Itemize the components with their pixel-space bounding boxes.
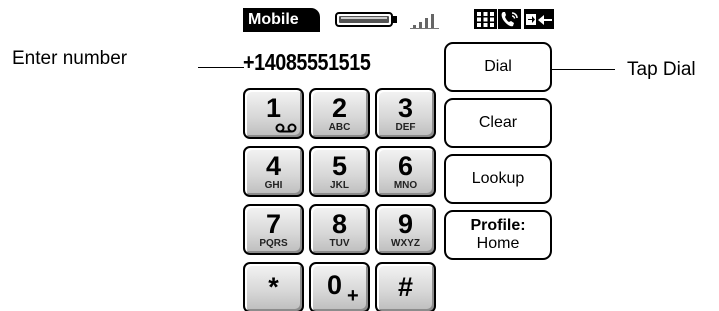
enter-number-callout: Enter number: [12, 48, 128, 69]
plus-sign: +: [347, 285, 359, 307]
key-letters: TUV: [329, 238, 350, 249]
profile-value: Home: [476, 235, 520, 252]
profile-button[interactable]: Profile: Home: [444, 210, 552, 260]
phone-icon[interactable]: [498, 9, 521, 29]
key-digit: *: [268, 272, 279, 302]
key-digit: 2: [331, 93, 348, 123]
key-0[interactable]: 0 +: [309, 262, 370, 311]
app-title[interactable]: Mobile: [243, 8, 320, 32]
voicemail-icon: [275, 123, 297, 133]
key-digit: 9: [397, 209, 414, 239]
battery-icon: [335, 12, 397, 27]
key-digit: 8: [331, 209, 348, 239]
profile-label: Profile:: [470, 217, 526, 234]
key-7[interactable]: 7 PQRS: [243, 204, 304, 255]
key-digit: 1: [265, 93, 282, 123]
key-9[interactable]: 9 WXYZ: [375, 204, 436, 255]
lookup-button-label: Lookup: [471, 170, 525, 187]
phone-dialer-screen: Mobile +14085551515 1 2 ABC 3 DEF 4 GHI …: [243, 8, 556, 311]
enter-number-leader: [198, 67, 244, 68]
key-letters: DEF: [395, 122, 416, 133]
dial-button-label: Dial: [484, 58, 512, 75]
phone-number-field[interactable]: +14085551515: [243, 47, 412, 77]
key-digit: #: [397, 272, 414, 302]
key-3[interactable]: 3 DEF: [375, 88, 436, 139]
key-letters: PQRS: [259, 238, 288, 249]
title-bar: Mobile: [243, 8, 556, 32]
key-star[interactable]: *: [243, 262, 304, 311]
key-5[interactable]: 5 JKL: [309, 146, 370, 197]
key-1[interactable]: 1: [243, 88, 304, 139]
key-hash[interactable]: #: [375, 262, 436, 311]
clear-button[interactable]: Clear: [444, 98, 552, 148]
signal-icon: [410, 14, 439, 29]
key-digit: 7: [265, 209, 282, 239]
clear-button-label: Clear: [478, 114, 518, 131]
app-grid-icon[interactable]: [474, 9, 497, 29]
transfer-icon[interactable]: [524, 9, 554, 29]
key-8[interactable]: 8 TUV: [309, 204, 370, 255]
key-letters: JKL: [330, 180, 349, 191]
key-letters: WXYZ: [391, 238, 420, 249]
key-digit: 3: [397, 93, 414, 123]
key-letters: GHI: [264, 180, 283, 191]
key-digit: 5: [331, 151, 348, 181]
key-letters: MNO: [393, 180, 418, 191]
tap-dial-callout: Tap Dial: [627, 59, 696, 80]
dial-button[interactable]: Dial: [444, 42, 552, 92]
key-4[interactable]: 4 GHI: [243, 146, 304, 197]
key-digit: 4: [265, 151, 282, 181]
key-letters: ABC: [328, 122, 351, 133]
lookup-button[interactable]: Lookup: [444, 154, 552, 204]
key-digit: 6: [397, 151, 414, 181]
key-6[interactable]: 6 MNO: [375, 146, 436, 197]
key-2[interactable]: 2 ABC: [309, 88, 370, 139]
